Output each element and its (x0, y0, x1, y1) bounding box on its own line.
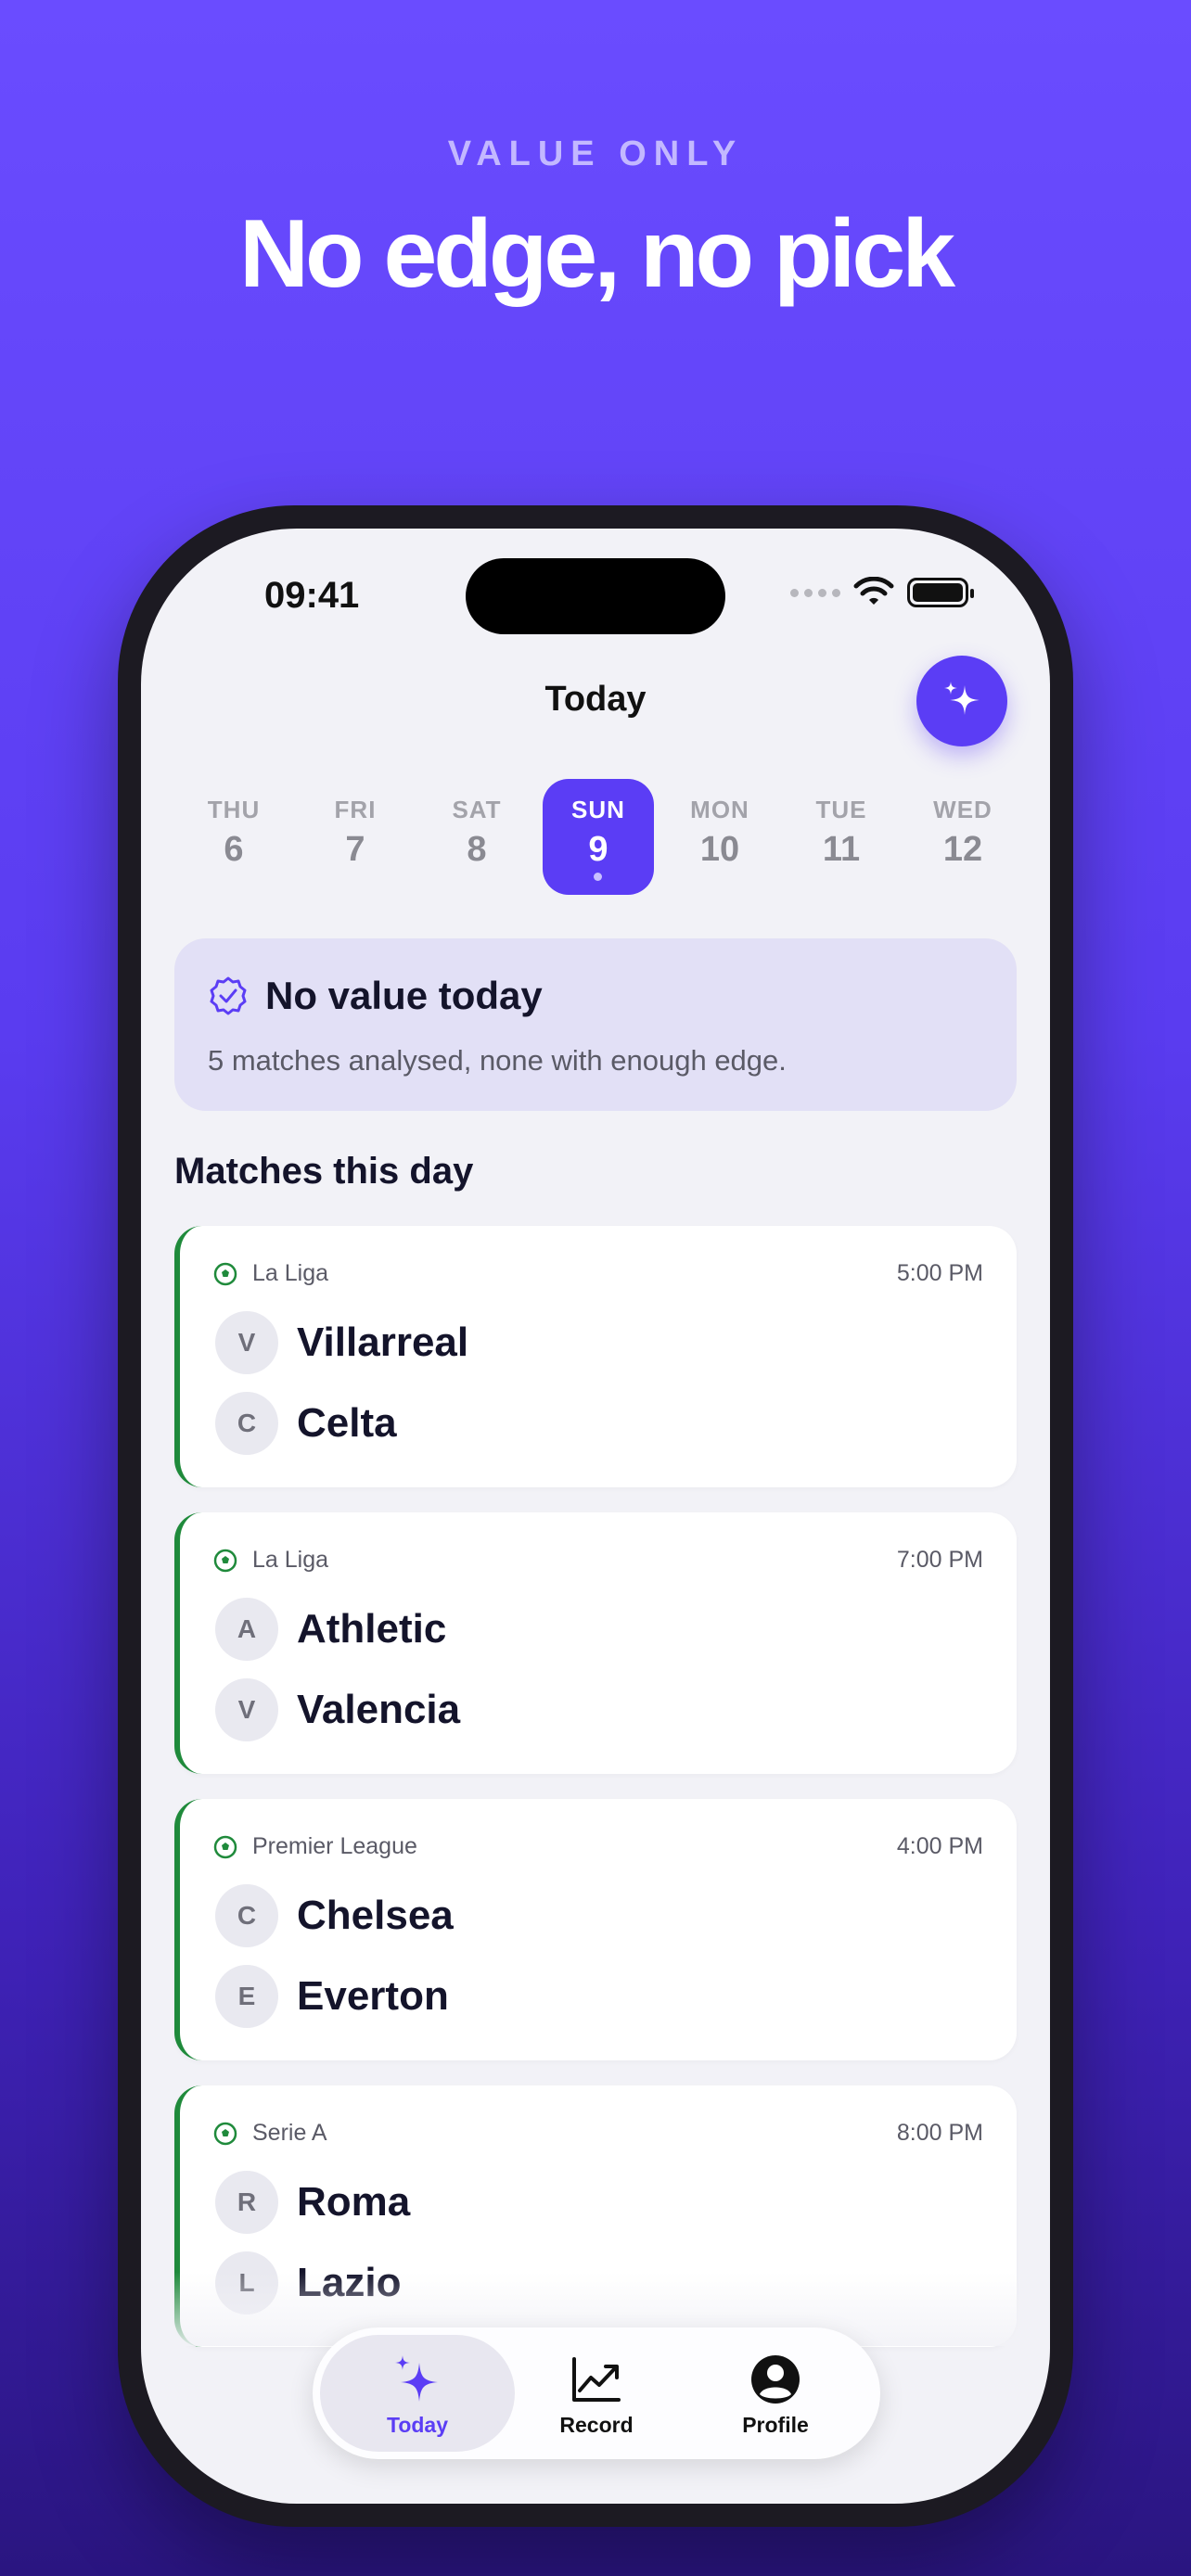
match-card[interactable]: Premier League 4:00 PM C Chelsea E Evert… (174, 1799, 1017, 2060)
team-avatar: A (215, 1598, 278, 1661)
promo-headline: No edge, no pick (238, 200, 955, 308)
status-time: 09:41 (264, 575, 360, 616)
tab-today[interactable]: Today (320, 2335, 515, 2452)
day-sun-selected[interactable]: SUN 9 (543, 779, 654, 895)
home-team: R Roma (215, 2171, 410, 2234)
dynamic-island (466, 558, 725, 634)
wifi-icon (853, 577, 894, 605)
status-icons (790, 577, 974, 608)
sparkles-icon (944, 682, 980, 715)
home-team: V Villarreal (215, 1311, 468, 1374)
section-title: Matches this day (174, 1151, 474, 1192)
tab-profile[interactable]: Profile (678, 2335, 873, 2452)
league-label: Serie A (213, 2120, 327, 2147)
away-team: C Celta (215, 1392, 397, 1455)
day-selector: THU 6 FRI 7 SAT 8 SUN 9 MON 10 TUE 11 WE… (178, 779, 1013, 895)
match-time: 8:00 PM (896, 2120, 983, 2146)
team-name: Villarreal (297, 1320, 469, 1365)
soccer-ball-icon (213, 1549, 237, 1572)
tab-record[interactable]: Record (499, 2335, 694, 2452)
day-tue[interactable]: TUE 11 (786, 779, 897, 895)
league-label: La Liga (213, 1547, 328, 1574)
league-label: La Liga (213, 1260, 328, 1287)
day-thu[interactable]: THU 6 (178, 779, 289, 895)
banner-title: No value today (265, 974, 543, 1017)
banner-subtitle: 5 matches analysed, none with enough edg… (208, 1044, 787, 1077)
team-avatar: E (215, 1965, 278, 2028)
match-card[interactable]: La Liga 5:00 PM V Villarreal C Celta (174, 1226, 1017, 1487)
soccer-ball-icon (213, 1262, 237, 1285)
match-time: 4:00 PM (896, 1833, 983, 1859)
no-value-banner: No value today 5 matches analysed, none … (174, 938, 1017, 1111)
home-team: A Athletic (215, 1598, 446, 1661)
team-avatar: C (215, 1884, 278, 1947)
home-team: C Chelsea (215, 1884, 454, 1947)
phone-frame: 09:41 Today THU 6 FRI 7 SAT 8 SUN 9 MON … (118, 505, 1073, 2527)
page-title: Today (544, 680, 647, 719)
team-name: Athletic (297, 1606, 447, 1651)
team-name: Everton (297, 1973, 449, 2019)
battery-icon (907, 578, 974, 607)
away-team: V Valencia (215, 1678, 460, 1741)
soccer-ball-icon (213, 2122, 237, 2145)
match-time: 5:00 PM (896, 1260, 983, 1286)
app-screen: 09:41 Today THU 6 FRI 7 SAT 8 SUN 9 MON … (141, 529, 1050, 2504)
team-avatar: V (215, 1311, 278, 1374)
match-card[interactable]: La Liga 7:00 PM A Athletic V Valencia (174, 1512, 1017, 1774)
tab-bar: Today Record Profile (313, 2327, 880, 2459)
verified-badge-icon (210, 976, 247, 1015)
match-time: 7:00 PM (896, 1547, 983, 1573)
day-fri[interactable]: FRI 7 (300, 779, 411, 895)
promo-eyebrow: VALUE ONLY (447, 134, 744, 173)
team-name: Valencia (297, 1687, 461, 1732)
selected-day-dot (594, 873, 602, 881)
league-label: Premier League (213, 1833, 417, 1860)
day-sat[interactable]: SAT 8 (421, 779, 532, 895)
person-circle-icon (751, 2355, 800, 2404)
sparkles-icon (395, 2355, 438, 2402)
day-mon[interactable]: MON 10 (664, 779, 775, 895)
signal-icon (790, 588, 840, 597)
day-wed[interactable]: WED 12 (907, 779, 1018, 895)
team-avatar: R (215, 2171, 278, 2234)
chart-trend-icon (572, 2357, 621, 2402)
away-team: E Everton (215, 1965, 449, 2028)
team-avatar: C (215, 1392, 278, 1455)
soccer-ball-icon (213, 1835, 237, 1858)
team-name: Chelsea (297, 1893, 454, 1938)
ai-sparkle-button[interactable] (916, 656, 1007, 746)
team-avatar: V (215, 1678, 278, 1741)
team-name: Roma (297, 2179, 411, 2225)
team-name: Celta (297, 1400, 397, 1446)
